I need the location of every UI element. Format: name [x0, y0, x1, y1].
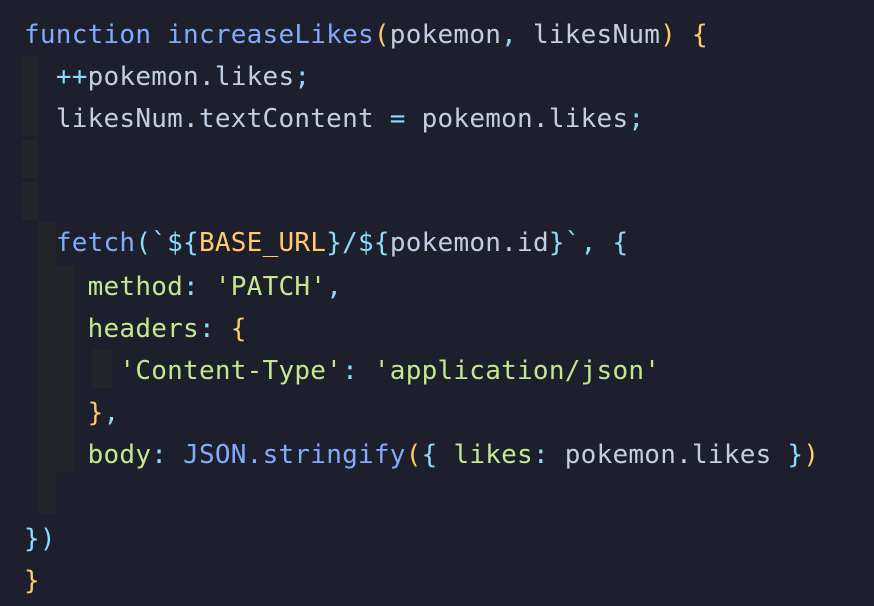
code-token: method [87, 272, 184, 302]
code-line[interactable]: body: JSON.stringify({ likes: pokemon.li… [24, 434, 819, 476]
code-token: ; [294, 62, 311, 92]
code-token: fetch [55, 228, 136, 258]
code-token: 'PATCH' [214, 272, 327, 302]
code-token: likesNum [532, 20, 661, 50]
code-line[interactable]: 'Content-Type': 'application/json' [24, 350, 660, 392]
code-token: 'Content-Type' [119, 356, 343, 386]
code-line[interactable]: function increaseLikes(pokemon, likesNum… [24, 14, 708, 56]
code-line[interactable]: }, [24, 392, 120, 434]
code-line[interactable]: } [24, 560, 40, 602]
code-token: } [87, 398, 104, 428]
code-token: }/${ [326, 228, 390, 258]
code-token: ; [628, 104, 645, 134]
code-token: }) [24, 524, 56, 554]
code-token: : [183, 272, 215, 302]
code-editor[interactable]: function increaseLikes(pokemon, likesNum… [0, 0, 874, 606]
code-token: : [198, 314, 231, 344]
indent-guide [22, 140, 38, 178]
code-token: ) { [660, 20, 708, 50]
code-token: headers [87, 314, 199, 344]
code-token: 'application/json' [373, 356, 661, 386]
code-line[interactable]: method: 'PATCH', [24, 266, 342, 308]
code-token: } [24, 566, 40, 596]
code-token: body [87, 440, 152, 470]
code-token: : [151, 440, 184, 470]
code-token: { [421, 440, 454, 470]
code-token: pokemon.likes [564, 440, 772, 470]
code-token: pokemon.likes [421, 104, 629, 134]
code-line[interactable]: likesNum.textContent = pokemon.likes; [24, 98, 644, 140]
code-token: increaseLikes [167, 20, 374, 50]
code-token: BASE_URL [198, 228, 327, 258]
code-line[interactable]: headers: { [24, 308, 247, 350]
code-token: } [771, 440, 804, 470]
code-token: , [501, 20, 533, 50]
code-line[interactable]: ++pokemon.likes; [24, 56, 310, 98]
indent-guide [22, 182, 38, 220]
code-line[interactable]: }) [24, 518, 56, 560]
code-token: JSON.stringify [183, 440, 406, 470]
code-token: ( [405, 440, 422, 470]
code-token: : [532, 440, 565, 470]
code-token: , [103, 398, 120, 428]
code-token: pokemon.id [389, 228, 549, 258]
code-token: pokemon [389, 20, 502, 50]
code-token: ( [373, 20, 390, 50]
code-token: function [24, 20, 168, 50]
code-token: pokemon.likes [87, 62, 295, 92]
code-token: (`${ [135, 228, 199, 258]
code-token: ) [803, 440, 820, 470]
code-line[interactable]: fetch(`${BASE_URL}/${pokemon.id}`, { [24, 222, 628, 264]
code-token: = [373, 104, 422, 134]
code-token: : [342, 356, 374, 386]
code-token: }`, { [548, 228, 629, 258]
code-token: likes [453, 440, 533, 470]
code-token: { [230, 314, 247, 344]
code-token: ++ [55, 62, 88, 92]
code-token: likesNum.textContent [55, 104, 374, 134]
code-token: , [326, 272, 343, 302]
